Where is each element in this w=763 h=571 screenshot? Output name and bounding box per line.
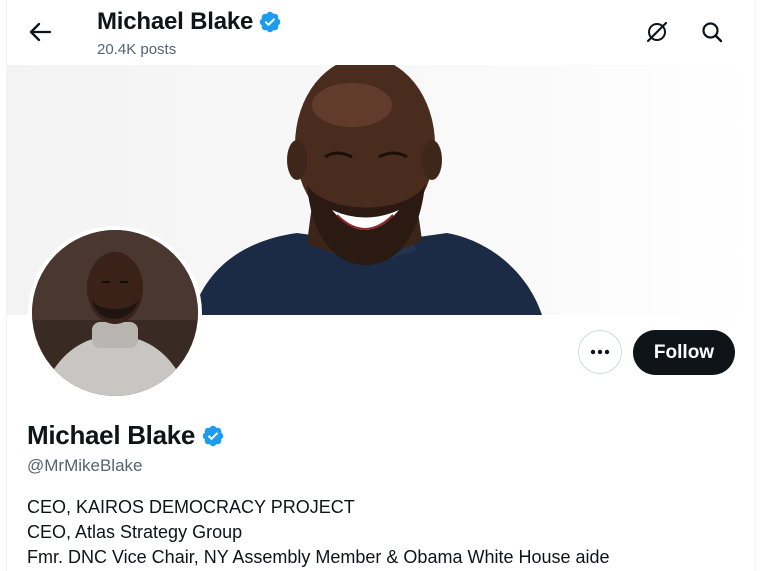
avatar[interactable] xyxy=(32,230,198,396)
search-button[interactable] xyxy=(697,17,727,47)
bio-line: CEO, Atlas Strategy Group xyxy=(27,522,243,542)
profile-bio: CEO, KAIROS DEMOCRACY PROJECT CEO, Atlas… xyxy=(27,495,610,570)
search-icon xyxy=(702,22,723,43)
back-button[interactable] xyxy=(24,18,56,46)
post-count: 20.4K posts xyxy=(97,41,177,58)
profile-name: Michael Blake xyxy=(27,420,196,450)
verified-badge-icon[interactable] xyxy=(201,424,225,448)
bio-line: Fmr. DNC Vice Chair, NY Assembly Member … xyxy=(27,547,610,567)
more-dots-icon xyxy=(590,349,610,355)
bio-line: CEO, KAIROS DEMOCRACY PROJECT xyxy=(27,497,355,517)
header-title: Michael Blake xyxy=(97,6,282,38)
header-name: Michael Blake xyxy=(97,8,254,35)
grok-icon xyxy=(646,21,668,43)
more-options-button[interactable] xyxy=(578,330,622,374)
follow-button[interactable]: Follow xyxy=(633,330,735,375)
grok-button[interactable] xyxy=(642,17,672,47)
profile-handle: @MrMikeBlake xyxy=(27,456,143,475)
avatar-photo xyxy=(32,230,198,396)
column-border-right xyxy=(755,0,756,571)
verified-badge-icon xyxy=(259,11,281,33)
profile-name-row: Michael Blake xyxy=(27,420,225,451)
arrow-left-icon xyxy=(29,22,51,42)
profile-page: Michael Blake 20.4K posts Follow Michael… xyxy=(0,0,763,571)
